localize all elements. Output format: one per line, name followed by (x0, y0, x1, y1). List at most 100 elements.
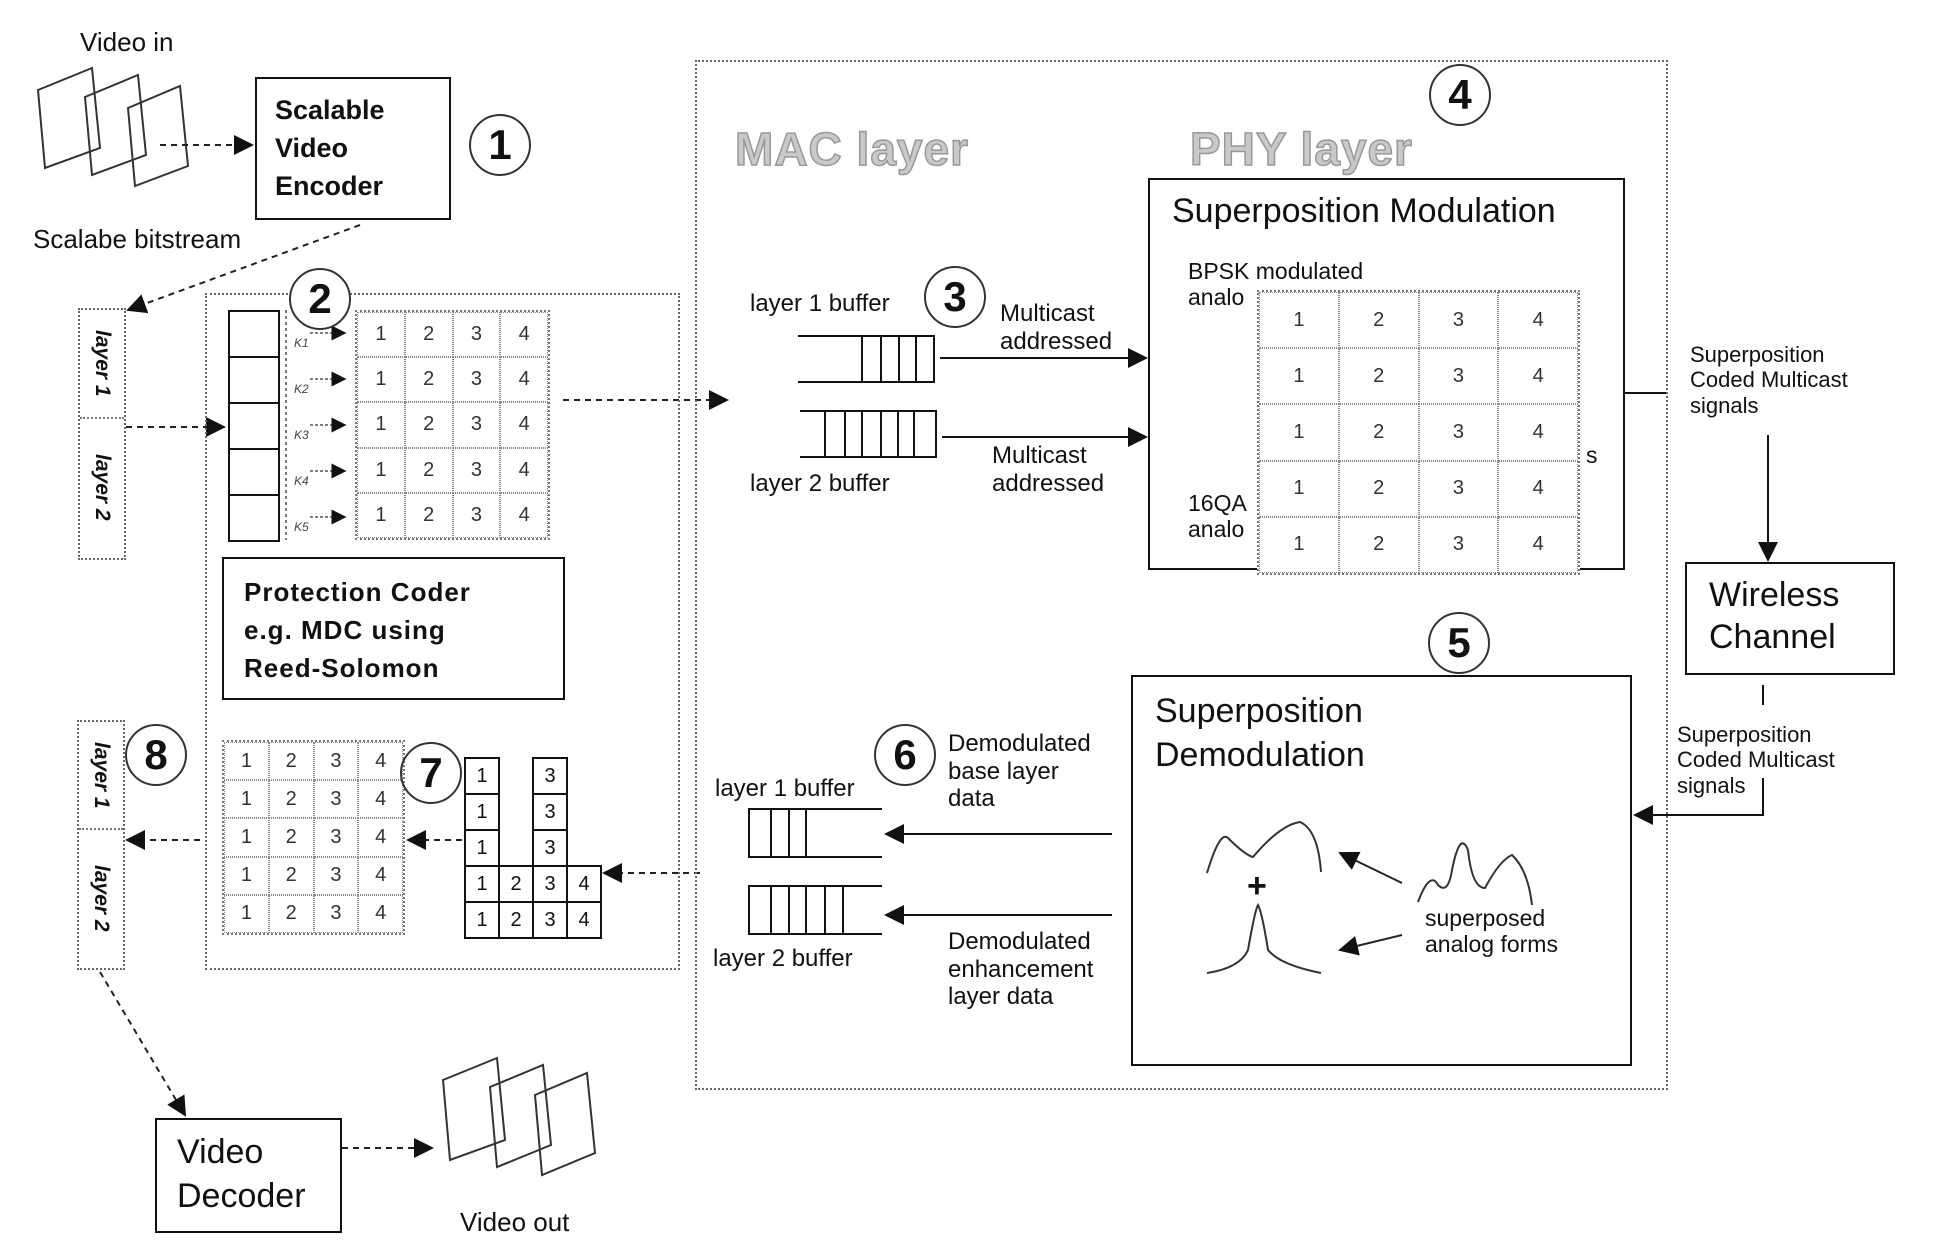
grid-cell: 4 (500, 402, 548, 448)
grid-cell: 1 (1259, 460, 1339, 517)
rx-signal-label: Superposition Coded Multicast signals (1677, 722, 1835, 798)
stack-cell: 4 (566, 901, 602, 939)
tx-signal-line3: signals (1690, 392, 1759, 418)
source-blocks (228, 310, 280, 542)
k-labels: K1 K2 K3 K4 K5 (294, 320, 309, 550)
stack-cell: 4 (566, 865, 602, 903)
stack-gap (567, 794, 601, 830)
tx-arrow2-line1: Multicast (992, 442, 1087, 469)
bpsk-line1: BPSK modulated (1188, 258, 1364, 284)
stack-gap (499, 794, 533, 830)
qam-line1: 16QA (1188, 490, 1247, 516)
grid-cell: 3 (452, 402, 501, 448)
coder-line-3: Reed-Solomon (244, 653, 440, 683)
rx-layer2-buffer (748, 885, 882, 935)
step-6-marker: 6 (874, 724, 936, 786)
demodulation-title: Superposition Demodulation (1155, 689, 1365, 777)
plus-sign: + (1247, 867, 1267, 905)
tx-signal-label: Superposition Coded Multicast signals (1690, 342, 1848, 418)
tx-arrow1-line1: Multicast (1000, 300, 1095, 327)
grid-cell: 1 (357, 312, 405, 358)
rx-arrow1-line3: data (948, 785, 995, 813)
grid-cell: 2 (268, 818, 314, 857)
tx-layer2-buffer-label: layer 2 buffer (750, 470, 890, 497)
grid-cell: 3 (452, 312, 501, 358)
stack-gap (567, 830, 601, 866)
grid-cell: 4 (500, 357, 548, 403)
grid-cell: 1 (1259, 404, 1339, 461)
stack-cell: 3 (532, 793, 568, 831)
output-layer-1: layer 1 (79, 722, 123, 830)
k-label: K1 (294, 336, 309, 350)
grid-cell: 3 (452, 447, 501, 493)
modulation-title: Superposition Modulation (1172, 192, 1556, 230)
grid-cell: 3 (1418, 292, 1499, 349)
bitstream-layer-1: layer 1 (80, 310, 124, 419)
bitstream-layers: layer 1 layer 2 (78, 308, 126, 560)
coder-line-2: e.g. MDC using (244, 615, 446, 645)
grid-cell: 4 (358, 742, 403, 781)
tx-layer2-buffer (800, 410, 937, 458)
video-decoder-box: Video Decoder (155, 1118, 342, 1233)
decoder-line2: Decoder (177, 1177, 306, 1215)
grid-cell: 3 (1418, 348, 1499, 405)
grid-cell: 4 (500, 447, 548, 493)
step-7-marker: 7 (400, 742, 462, 804)
tx-arrow1-line2: addressed (1000, 327, 1113, 355)
stack-gap (499, 758, 533, 794)
tx-layer1-buffer-label: layer 1 buffer (750, 290, 890, 317)
decoder-line1: Video (177, 1133, 264, 1171)
stack-cell: 1 (464, 829, 500, 867)
protection-grid: 12341234123412341234 (355, 310, 550, 540)
grid-cell: 3 (452, 492, 501, 538)
stack-cell: 1 (464, 865, 500, 903)
protection-coder-box: Protection Coder e.g. MDC using Reed-Sol… (222, 557, 565, 700)
rx-arrow2-label: Demodulated enhancement layer data (948, 928, 1093, 1011)
grid-cell: 3 (313, 742, 359, 781)
rx-layer2-buffer-label: layer 2 buffer (713, 945, 853, 972)
superposition-demodulation-box: Superposition Demodulation + superposed … (1131, 675, 1632, 1066)
video-out-label: Video out (460, 1207, 570, 1237)
stack-cell: 3 (532, 901, 568, 939)
k-label: K3 (294, 428, 309, 442)
stack-gap (567, 758, 601, 794)
tx-layer1-buffer (798, 335, 935, 383)
step-5-marker: 5 (1428, 612, 1490, 674)
step-1-marker: 1 (469, 114, 531, 176)
grid-cell: 1 (1259, 292, 1339, 349)
grid-cell: 3 (1418, 516, 1499, 573)
grid-cell: 3 (452, 357, 501, 403)
tx-arrow1-label: Multicast addressed (1000, 300, 1112, 355)
grid-cell: 2 (404, 402, 453, 448)
received-stack: 13131312341234 (464, 757, 602, 939)
grid-cell: 4 (358, 894, 403, 933)
arrow-layers-to-decoder (99, 971, 187, 1117)
coder-line-1: Protection Coder (244, 577, 471, 607)
encoder-line-1: Scalable (275, 95, 385, 125)
grid-cell: 2 (404, 492, 453, 538)
grid-cell: 3 (313, 856, 359, 895)
grid-cell: 3 (313, 818, 359, 857)
grid-cell: 2 (1338, 516, 1419, 573)
channel-line1: Wireless (1709, 576, 1840, 614)
grid-cell: 4 (1498, 404, 1578, 461)
stack-cell: 3 (532, 865, 568, 903)
grid-cell: 1 (224, 856, 269, 895)
grid-cell: 1 (224, 742, 269, 781)
rx-signal-line2: Coded Multicast (1677, 747, 1835, 773)
rx-arrow1-line1: Demodulated (948, 730, 1091, 757)
grid-cell: 2 (404, 312, 453, 358)
grid-cell: 4 (358, 818, 403, 857)
grid-cell: 4 (1498, 516, 1578, 573)
qam-line2: analo (1188, 516, 1245, 543)
video-in-label: Video in (80, 27, 174, 57)
rx-arrow2-line1: Demodulated (948, 928, 1091, 955)
stack-cell: 3 (532, 829, 568, 867)
grid-cell: 3 (1418, 404, 1499, 461)
video-out-frames-icon (441, 1056, 597, 1177)
grid-cell: 3 (1418, 460, 1499, 517)
grid-cell: 1 (224, 818, 269, 857)
stack-cell: 1 (464, 901, 500, 939)
grid-cell: 1 (1259, 516, 1339, 573)
tx-signal-line2: Coded Multicast (1690, 367, 1848, 393)
